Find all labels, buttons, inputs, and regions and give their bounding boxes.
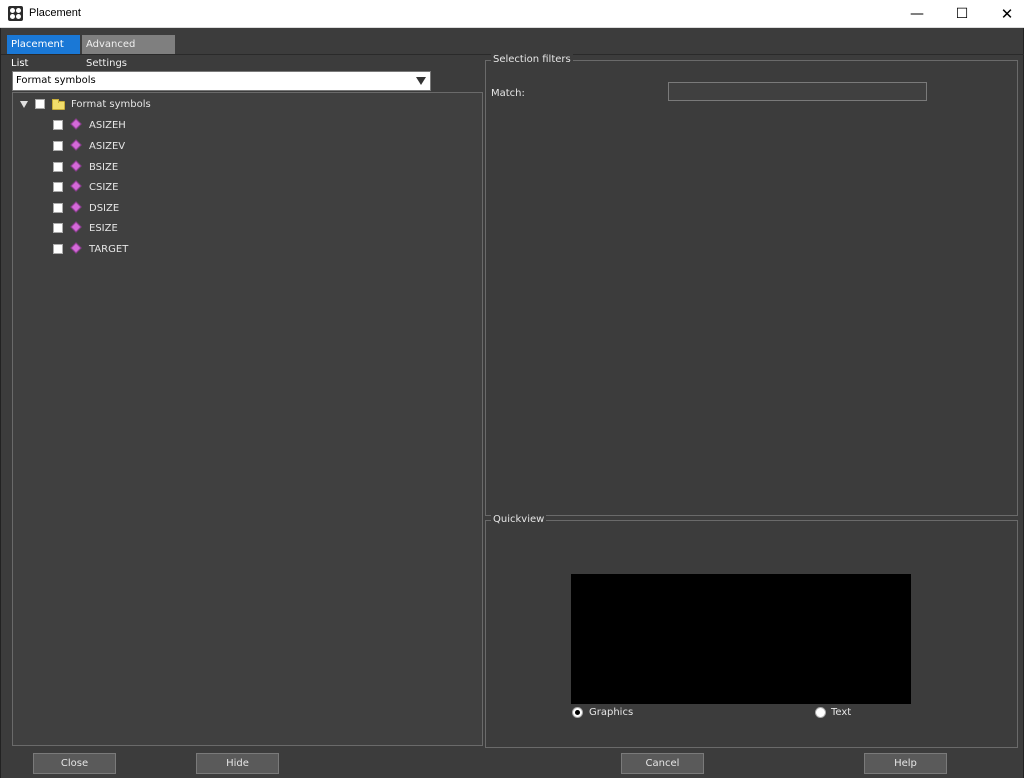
tree-item-label: CSIZE	[89, 182, 119, 193]
dialog-body: Placement List Advanced Settings Format …	[0, 28, 1024, 778]
tree-item-checkbox[interactable]	[53, 203, 63, 213]
tree-root-checkbox[interactable]	[35, 99, 45, 109]
tree-item[interactable]: TARGET	[13, 239, 473, 257]
selection-filters-group: Selection filters Match:	[485, 54, 1018, 516]
tree-item-checkbox[interactable]	[53, 244, 63, 254]
tree-item-label: ASIZEH	[89, 120, 126, 131]
tree-item-label: TARGET	[89, 244, 129, 255]
tree-root-label: Format symbols	[71, 99, 151, 110]
hide-button[interactable]: Hide	[196, 753, 279, 774]
close-button[interactable]: Close	[33, 753, 116, 774]
tree-item-label: DSIZE	[89, 203, 120, 214]
symbol-icon	[70, 180, 82, 192]
tree-item[interactable]: BSIZE	[13, 157, 473, 175]
symbol-icon	[70, 160, 82, 172]
quickview-group: Quickview Graphics Text	[485, 514, 1018, 748]
expand-triangle-icon[interactable]	[20, 101, 28, 108]
list-source-dropdown[interactable]: Format symbols	[12, 71, 431, 91]
tree-item-checkbox[interactable]	[53, 141, 63, 151]
tree-item-checkbox[interactable]	[53, 223, 63, 233]
quickview-title: Quickview	[491, 514, 547, 525]
graphics-radio-label[interactable]: Graphics	[589, 707, 633, 718]
dropdown-value: Format symbols	[16, 75, 96, 86]
tree-item-label: ESIZE	[89, 223, 118, 234]
tree-root-row[interactable]: Format symbols	[13, 95, 473, 113]
folder-icon	[52, 99, 65, 110]
chevron-down-icon[interactable]	[416, 77, 426, 85]
symbol-icon	[70, 242, 82, 254]
text-radio[interactable]	[815, 707, 826, 718]
quickview-preview	[571, 574, 911, 704]
maximize-button[interactable]: ☐	[939, 0, 985, 28]
tree-item-checkbox[interactable]	[53, 162, 63, 172]
tree-item[interactable]: DSIZE	[13, 198, 473, 216]
tree-item[interactable]: ESIZE	[13, 218, 473, 236]
app-icon	[8, 6, 23, 21]
tree-item-checkbox[interactable]	[53, 182, 63, 192]
tree-item-label: ASIZEV	[89, 141, 126, 152]
graphics-radio[interactable]	[572, 707, 583, 718]
symbol-icon	[70, 221, 82, 233]
tree-item[interactable]: ASIZEH	[13, 115, 473, 133]
minimize-button[interactable]: —	[894, 0, 940, 28]
text-radio-label[interactable]: Text	[831, 707, 851, 718]
symbol-tree: Format symbols ASIZEH ASIZEV BSIZE CSIZE…	[12, 92, 483, 746]
cancel-button[interactable]: Cancel	[621, 753, 704, 774]
window-title: Placement	[29, 7, 81, 19]
symbol-icon	[70, 139, 82, 151]
symbol-icon	[70, 118, 82, 130]
close-window-button[interactable]: ✕	[984, 0, 1024, 28]
symbol-icon	[70, 201, 82, 213]
match-input[interactable]	[668, 82, 927, 101]
tree-item[interactable]: ASIZEV	[13, 136, 473, 154]
tab-advanced-settings[interactable]: Advanced Settings	[82, 35, 175, 69]
tree-item-checkbox[interactable]	[53, 120, 63, 130]
selection-filters-title: Selection filters	[491, 54, 573, 65]
title-bar: Placement — ☐ ✕	[0, 0, 1024, 28]
help-button[interactable]: Help	[864, 753, 947, 774]
match-label: Match:	[491, 88, 525, 99]
tab-placement-list[interactable]: Placement List	[7, 35, 80, 69]
tree-item[interactable]: CSIZE	[13, 177, 473, 195]
tree-item-label: BSIZE	[89, 162, 119, 173]
